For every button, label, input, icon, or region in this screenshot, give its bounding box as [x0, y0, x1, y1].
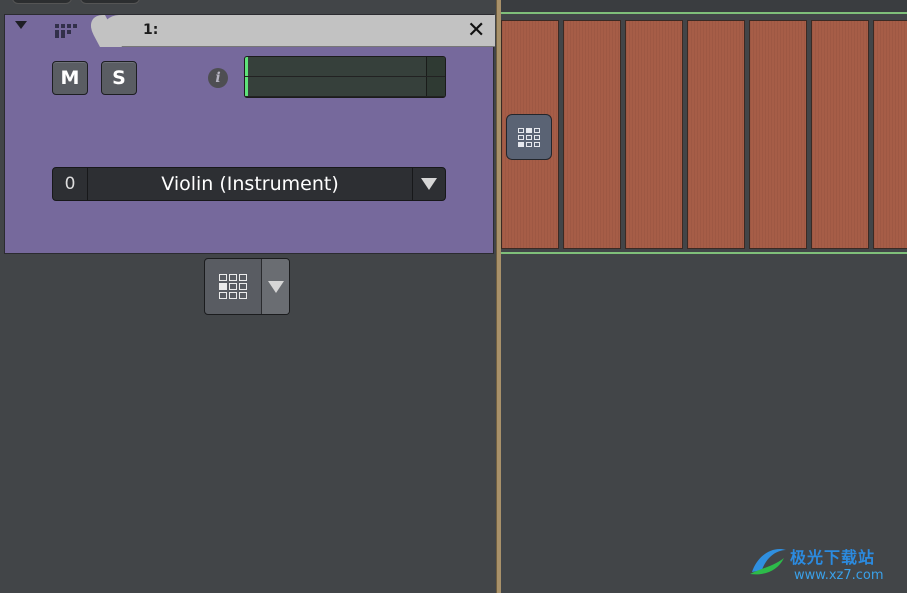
timeline-ruler[interactable] — [501, 0, 907, 12]
meter-peak-right — [426, 77, 445, 96]
timeline-clip[interactable] — [563, 20, 621, 249]
clip-row — [501, 20, 907, 249]
add-track-button[interactable] — [205, 259, 262, 314]
chevron-down-icon — [421, 178, 437, 190]
track-name[interactable]: 1: — [143, 22, 158, 38]
region-bottom-marker — [501, 252, 907, 254]
watermark-title: 极光下载站 — [790, 548, 876, 567]
collapse-triangle-icon[interactable] — [15, 21, 27, 29]
timeline-panel — [501, 0, 907, 593]
timeline-clip[interactable] — [873, 20, 907, 249]
watermark-url: www.xz7.com — [794, 568, 884, 583]
meter-peak-left — [426, 57, 445, 76]
instrument-select[interactable]: 0 Violin (Instrument) — [52, 167, 446, 201]
track-titlebar: 1: ✕ — [5, 15, 495, 47]
meter-fill-left — [245, 57, 248, 76]
instrument-number[interactable]: 0 — [53, 168, 88, 200]
add-track-button-group — [204, 258, 290, 315]
timeline-clip[interactable] — [687, 20, 745, 249]
grid-icon — [219, 274, 247, 299]
timeline-clip[interactable] — [625, 20, 683, 249]
grid-icon — [518, 127, 540, 147]
watermark-logo-icon — [750, 548, 786, 575]
mute-button[interactable]: M — [52, 61, 88, 95]
chevron-down-icon — [267, 280, 284, 293]
timeline-clip[interactable] — [811, 20, 869, 249]
toolbar-stub-2[interactable] — [80, 0, 140, 4]
close-track-icon[interactable]: ✕ — [467, 17, 485, 45]
track-type-icon — [55, 24, 77, 38]
instrument-dropdown-button[interactable] — [412, 168, 445, 200]
track-list-panel: 1: ✕ M S i 0 Violin (Instrument) — [0, 0, 497, 593]
track-name-tab[interactable] — [101, 15, 495, 47]
watermark: 极光下载站 www.xz7.com — [748, 542, 907, 592]
info-icon[interactable]: i — [208, 68, 228, 88]
level-meter — [244, 56, 446, 98]
region-top-marker — [501, 12, 907, 14]
meter-channel-left — [245, 57, 445, 77]
toolbar-stub-1[interactable] — [12, 0, 72, 4]
meter-fill-right — [245, 77, 248, 96]
instrument-name[interactable]: Violin (Instrument) — [88, 173, 412, 195]
solo-button[interactable]: S — [101, 61, 137, 95]
meter-channel-right — [245, 77, 445, 97]
clip-editor-button[interactable] — [506, 114, 552, 160]
add-track-menu-button[interactable] — [262, 259, 289, 314]
timeline-clip[interactable] — [749, 20, 807, 249]
track-header: 1: ✕ M S i 0 Violin (Instrument) — [4, 14, 495, 254]
